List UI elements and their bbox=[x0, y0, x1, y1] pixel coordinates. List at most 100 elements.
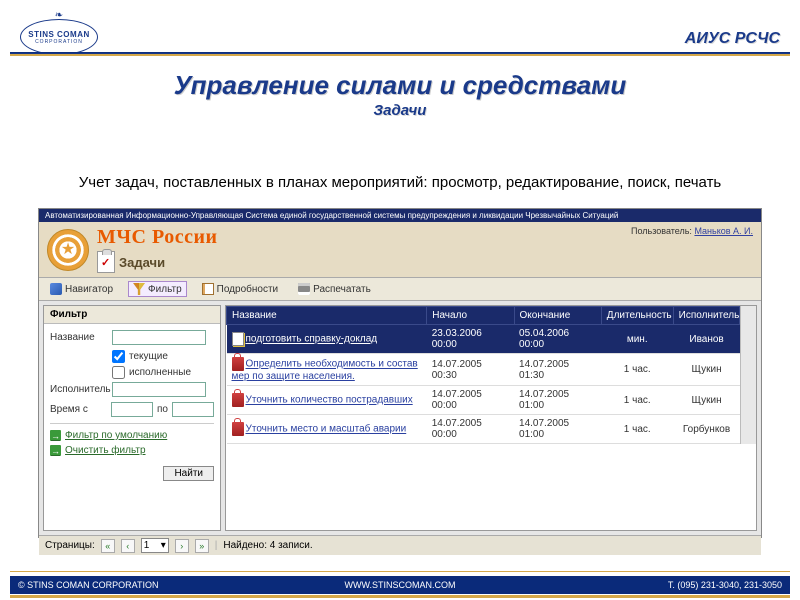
page-number: 1 bbox=[144, 540, 150, 551]
footer-copyright: © STINS COMAN CORPORATION bbox=[18, 580, 158, 590]
chevron-down-icon: ▾ bbox=[161, 540, 166, 551]
page-prev-button[interactable]: ‹ bbox=[121, 539, 135, 553]
table-row[interactable]: подготовить справку-доклад 23.03.2006 00:… bbox=[227, 325, 740, 354]
cell-duration: 1 час. bbox=[601, 386, 673, 415]
task-link[interactable]: Определить необходимость и состав мер по… bbox=[232, 359, 418, 382]
time-to-input[interactable] bbox=[172, 402, 214, 417]
filter-icon bbox=[133, 283, 145, 295]
page-title: Управление силами и средствами bbox=[0, 70, 800, 101]
executor-input[interactable] bbox=[112, 382, 206, 397]
logo-text: STINS COMAN bbox=[28, 30, 90, 39]
section-title: Задачи bbox=[119, 255, 165, 270]
arrow-right-icon: → bbox=[50, 430, 61, 441]
default-filter-link[interactable]: → Фильтр по умолчанию bbox=[50, 430, 214, 441]
cell-end: 14.07.2005 01:30 bbox=[514, 354, 601, 386]
done-checkbox-label: исполненные bbox=[129, 367, 191, 378]
status-separator: | bbox=[215, 540, 218, 551]
filter-panel-title: Фильтр bbox=[44, 306, 220, 324]
cell-end: 14.07.2005 01:00 bbox=[514, 386, 601, 415]
default-filter-label: Фильтр по умолчанию bbox=[65, 430, 167, 441]
logo-oval: STINS COMAN CORPORATION bbox=[20, 19, 98, 55]
lock-icon bbox=[232, 422, 244, 436]
footer-rule bbox=[10, 566, 790, 572]
column-header[interactable]: Длительность bbox=[601, 307, 673, 325]
task-link[interactable]: подготовить справку-доклад bbox=[246, 334, 378, 345]
lock-icon bbox=[232, 393, 244, 407]
footer-bar: © STINS COMAN CORPORATION WWW.STINSCOMAN… bbox=[10, 576, 790, 594]
grid-empty-area bbox=[226, 444, 756, 530]
vertical-scrollbar[interactable] bbox=[740, 306, 756, 444]
column-header[interactable]: Исполнитель bbox=[673, 307, 740, 325]
cell-end: 14.07.2005 01:00 bbox=[514, 415, 601, 444]
user-link[interactable]: Маньков А. И. bbox=[694, 226, 753, 236]
task-link[interactable]: Уточнить место и масштаб аварии bbox=[246, 424, 407, 435]
lock-icon bbox=[232, 357, 244, 371]
current-checkbox-label: текущие bbox=[129, 351, 168, 362]
tasks-table: НазваниеНачалоОкончаниеДлительностьИспол… bbox=[226, 306, 740, 444]
cell-start: 14.07.2005 00:00 bbox=[427, 386, 514, 415]
name-input[interactable] bbox=[112, 330, 206, 345]
clear-filter-link[interactable]: → Очистить фильтр bbox=[50, 445, 214, 456]
time-from-input[interactable] bbox=[111, 402, 153, 417]
app-title: МЧС России bbox=[97, 226, 218, 249]
done-checkbox[interactable] bbox=[112, 366, 125, 379]
system-acronym: АИУС РСЧС bbox=[685, 30, 780, 48]
time-to-label: по bbox=[157, 404, 168, 415]
user-info: Пользователь: Маньков А. И. bbox=[631, 226, 753, 236]
page-next-button[interactable]: › bbox=[175, 539, 189, 553]
cell-duration: 1 час. bbox=[601, 415, 673, 444]
cell-start: 23.03.2006 00:00 bbox=[427, 325, 514, 354]
navigator-button[interactable]: Навигатор bbox=[45, 281, 118, 297]
cell-start: 14.07.2005 00:00 bbox=[427, 415, 514, 444]
status-bar: Страницы: « ‹ 1▾ › » | Найдено: 4 записи… bbox=[39, 535, 761, 555]
table-row[interactable]: Определить необходимость и состав мер по… bbox=[227, 354, 740, 386]
executor-label: Исполнитель bbox=[50, 384, 108, 395]
column-header[interactable]: Окончание bbox=[514, 307, 601, 325]
name-label: Название bbox=[50, 332, 108, 343]
column-header[interactable]: Начало bbox=[427, 307, 514, 325]
tasks-grid: НазваниеНачалоОкончаниеДлительностьИспол… bbox=[225, 305, 757, 531]
filter-button[interactable]: Фильтр bbox=[128, 281, 187, 297]
mchs-emblem-icon bbox=[47, 229, 89, 271]
page-select[interactable]: 1▾ bbox=[141, 538, 169, 553]
table-row[interactable]: Уточнить количество пострадавших 14.07.20… bbox=[227, 386, 740, 415]
page-first-button[interactable]: « bbox=[101, 539, 115, 553]
toolbar: Навигатор Фильтр Подробности Распечатать bbox=[39, 278, 761, 301]
task-link[interactable]: Уточнить количество пострадавших bbox=[246, 395, 413, 406]
filter-label: Фильтр bbox=[148, 284, 182, 295]
app-window: Автоматизированная Информационно-Управля… bbox=[38, 208, 762, 538]
cell-duration: 1 час. bbox=[601, 354, 673, 386]
print-icon bbox=[298, 283, 310, 295]
user-label: Пользователь: bbox=[631, 226, 692, 236]
footer-phone: Т. (095) 231-3040, 231-3050 bbox=[668, 580, 782, 590]
app-titlebar: Автоматизированная Информационно-Управля… bbox=[39, 209, 761, 222]
column-header[interactable]: Название bbox=[227, 307, 427, 325]
cell-executor: Щукин bbox=[673, 386, 740, 415]
details-label: Подробности bbox=[217, 284, 278, 295]
details-button[interactable]: Подробности bbox=[197, 281, 283, 297]
print-label: Распечатать bbox=[313, 284, 371, 295]
clipboard-icon bbox=[97, 251, 115, 273]
navigator-label: Навигатор bbox=[65, 284, 113, 295]
footer-url: WWW.STINSCOMAN.COM bbox=[345, 580, 456, 590]
navigator-icon bbox=[50, 283, 62, 295]
clear-filter-label: Очистить фильтр bbox=[65, 445, 146, 456]
cell-start: 14.07.2005 00:30 bbox=[427, 354, 514, 386]
pages-label: Страницы: bbox=[45, 540, 95, 551]
page-last-button[interactable]: » bbox=[195, 539, 209, 553]
arrow-right-icon: → bbox=[50, 445, 61, 456]
table-row[interactable]: Уточнить место и масштаб аварии 14.07.200… bbox=[227, 415, 740, 444]
cell-executor: Горбунков bbox=[673, 415, 740, 444]
details-icon bbox=[202, 283, 214, 295]
document-icon bbox=[232, 332, 244, 346]
print-button[interactable]: Распечатать bbox=[293, 281, 376, 297]
find-button[interactable]: Найти bbox=[163, 466, 214, 481]
time-from-label: Время с bbox=[50, 404, 107, 415]
page-subtitle: Задачи bbox=[0, 102, 800, 119]
page-description: Учет задач, поставленных в планах меропр… bbox=[10, 174, 790, 191]
current-checkbox[interactable] bbox=[112, 350, 125, 363]
found-label: Найдено: 4 записи. bbox=[223, 540, 312, 551]
header-rule bbox=[10, 52, 790, 56]
cell-executor: Щукин bbox=[673, 354, 740, 386]
cell-end: 05.04.2006 00:00 bbox=[514, 325, 601, 354]
